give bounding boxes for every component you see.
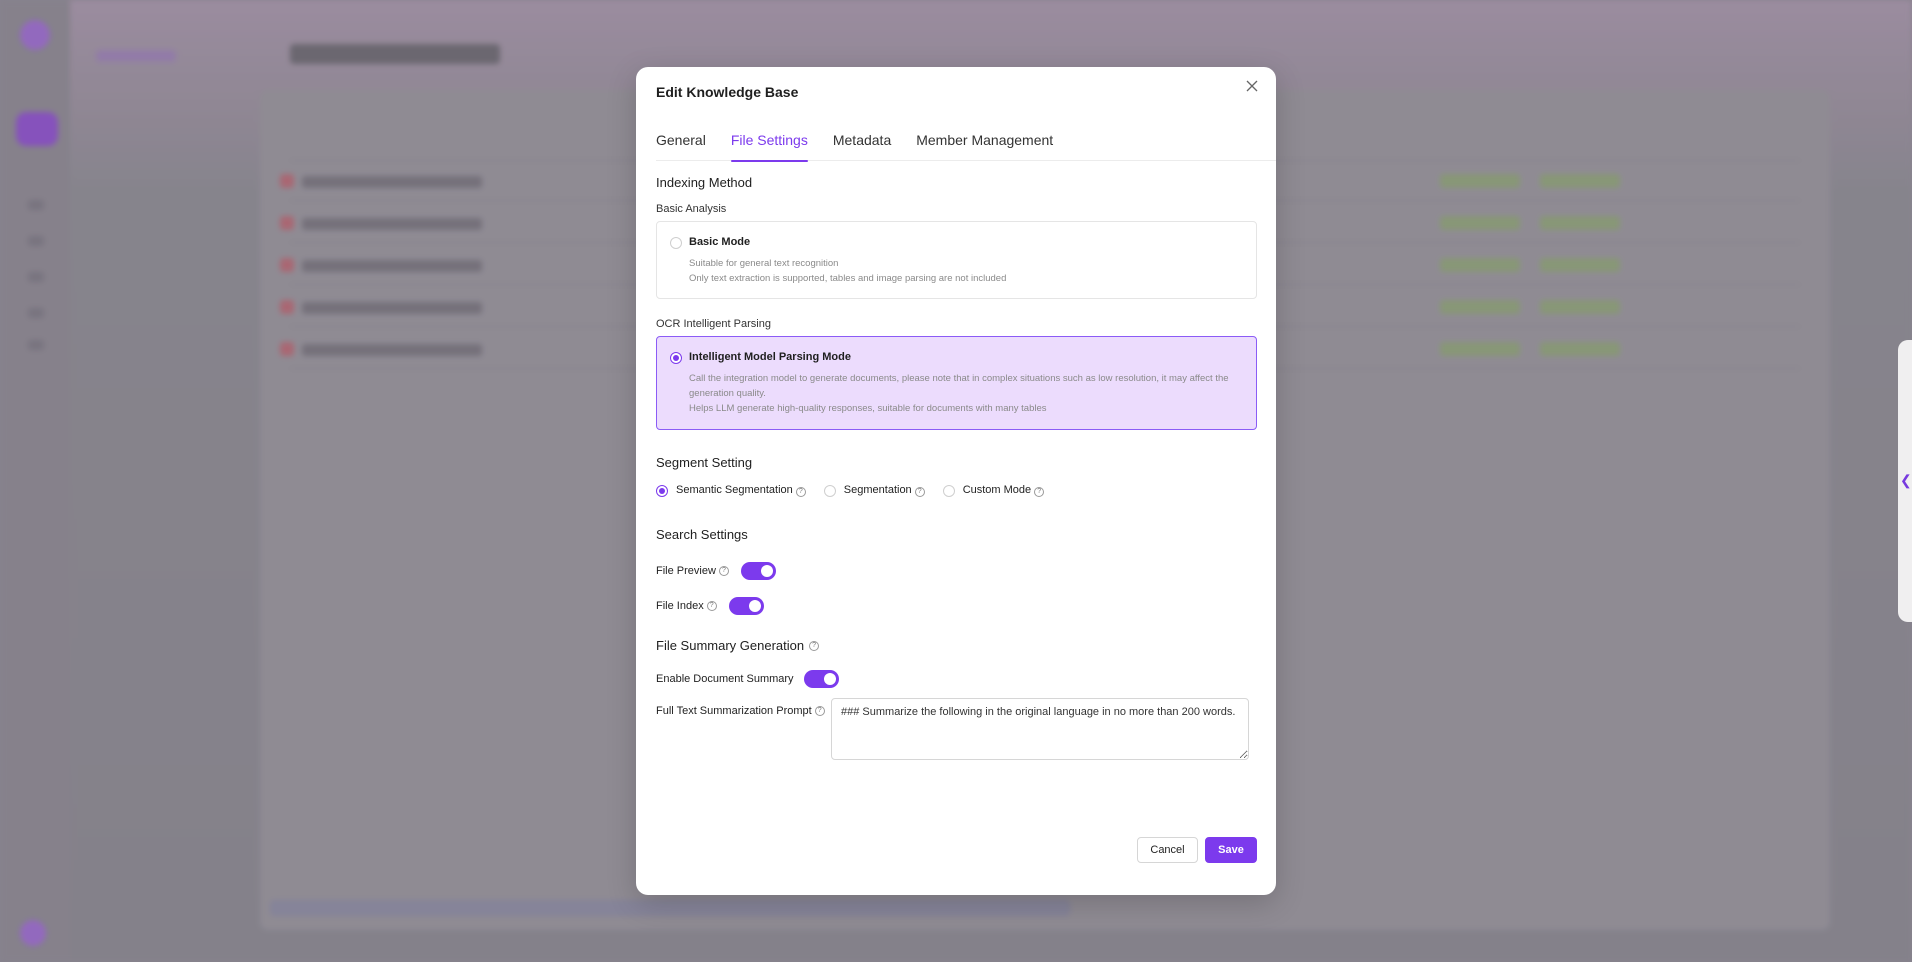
tab-general[interactable]: General [656,131,706,161]
help-icon[interactable]: ? [718,566,729,576]
edit-knowledge-base-modal: Edit Knowledge Base General File Setting… [636,67,1276,895]
help-icon[interactable]: ? [914,487,925,497]
file-preview-label: File Preview [656,565,716,577]
cancel-button[interactable]: Cancel [1137,837,1198,863]
tab-bar: General File Settings Metadata Member Ma… [656,131,1276,162]
file-summary-heading: File Summary Generation [656,638,805,653]
custom-mode-label: Custom Mode [962,484,1032,496]
help-icon[interactable]: ? [795,487,806,497]
help-icon[interactable]: ? [809,640,820,651]
segment-options: Semantic Segmentation? Segmentation? Cus… [656,484,1062,497]
enable-summary-toggle[interactable] [803,670,839,688]
help-icon[interactable]: ? [814,706,825,716]
intelligent-mode-desc-1: Call the integration model to generate d… [689,373,1229,399]
custom-mode-radio[interactable] [942,484,955,497]
tab-file-settings[interactable]: File Settings [730,131,808,162]
tab-member-management[interactable]: Member Management [916,131,1053,161]
file-index-label: File Index [656,600,704,612]
modal-title: Edit Knowledge Base [656,84,799,100]
file-index-row: File Index ? [656,597,764,615]
segmentation-label: Segmentation [843,484,912,496]
file-index-toggle[interactable] [728,597,764,615]
file-preview-toggle[interactable] [740,562,776,580]
help-icon[interactable]: ? [1034,487,1045,497]
close-icon[interactable] [1242,79,1262,99]
search-settings-heading: Search Settings [656,527,748,542]
enable-summary-label: Enable Document Summary [656,673,794,685]
prompt-label-row: Full Text Summarization Prompt ? [656,705,825,717]
tab-metadata[interactable]: Metadata [833,131,891,161]
intelligent-mode-radio[interactable] [670,352,682,364]
segmentation-option[interactable]: Segmentation? [823,484,925,497]
segment-setting-heading: Segment Setting [656,455,753,470]
semantic-segmentation-label: Semantic Segmentation [676,484,793,496]
basic-mode-card[interactable]: Basic Mode Suitable for general text rec… [656,221,1257,299]
indexing-method-heading: Indexing Method [656,175,753,190]
enable-summary-row: Enable Document Summary [656,670,839,688]
help-icon[interactable]: ? [706,601,717,611]
intelligent-mode-card[interactable]: Intelligent Model Parsing Mode Call the … [656,336,1257,430]
semantic-segmentation-option[interactable]: Semantic Segmentation? [656,484,806,497]
basic-analysis-label: Basic Analysis [656,203,727,215]
semantic-segmentation-radio[interactable] [656,484,668,497]
save-button[interactable]: Save [1205,837,1257,863]
segmentation-radio[interactable] [823,484,836,497]
file-summary-heading-row: File Summary Generation ? [656,638,820,653]
basic-mode-title: Basic Mode [689,236,751,248]
intelligent-mode-title: Intelligent Model Parsing Mode [689,351,851,363]
file-preview-row: File Preview ? [656,562,776,580]
prompt-label: Full Text Summarization Prompt [656,705,812,717]
custom-mode-option[interactable]: Custom Mode? [942,484,1045,497]
summary-prompt-input[interactable]: ### Summarize the following in the origi… [831,698,1249,760]
basic-mode-radio[interactable] [670,237,682,249]
intelligent-mode-desc-2: Helps LLM generate high-quality response… [689,403,1047,414]
basic-mode-desc-1: Suitable for general text recognition [689,258,839,269]
basic-mode-desc-2: Only text extraction is supported, table… [689,273,1007,284]
ocr-intelligent-parsing-label: OCR Intelligent Parsing [656,318,771,330]
